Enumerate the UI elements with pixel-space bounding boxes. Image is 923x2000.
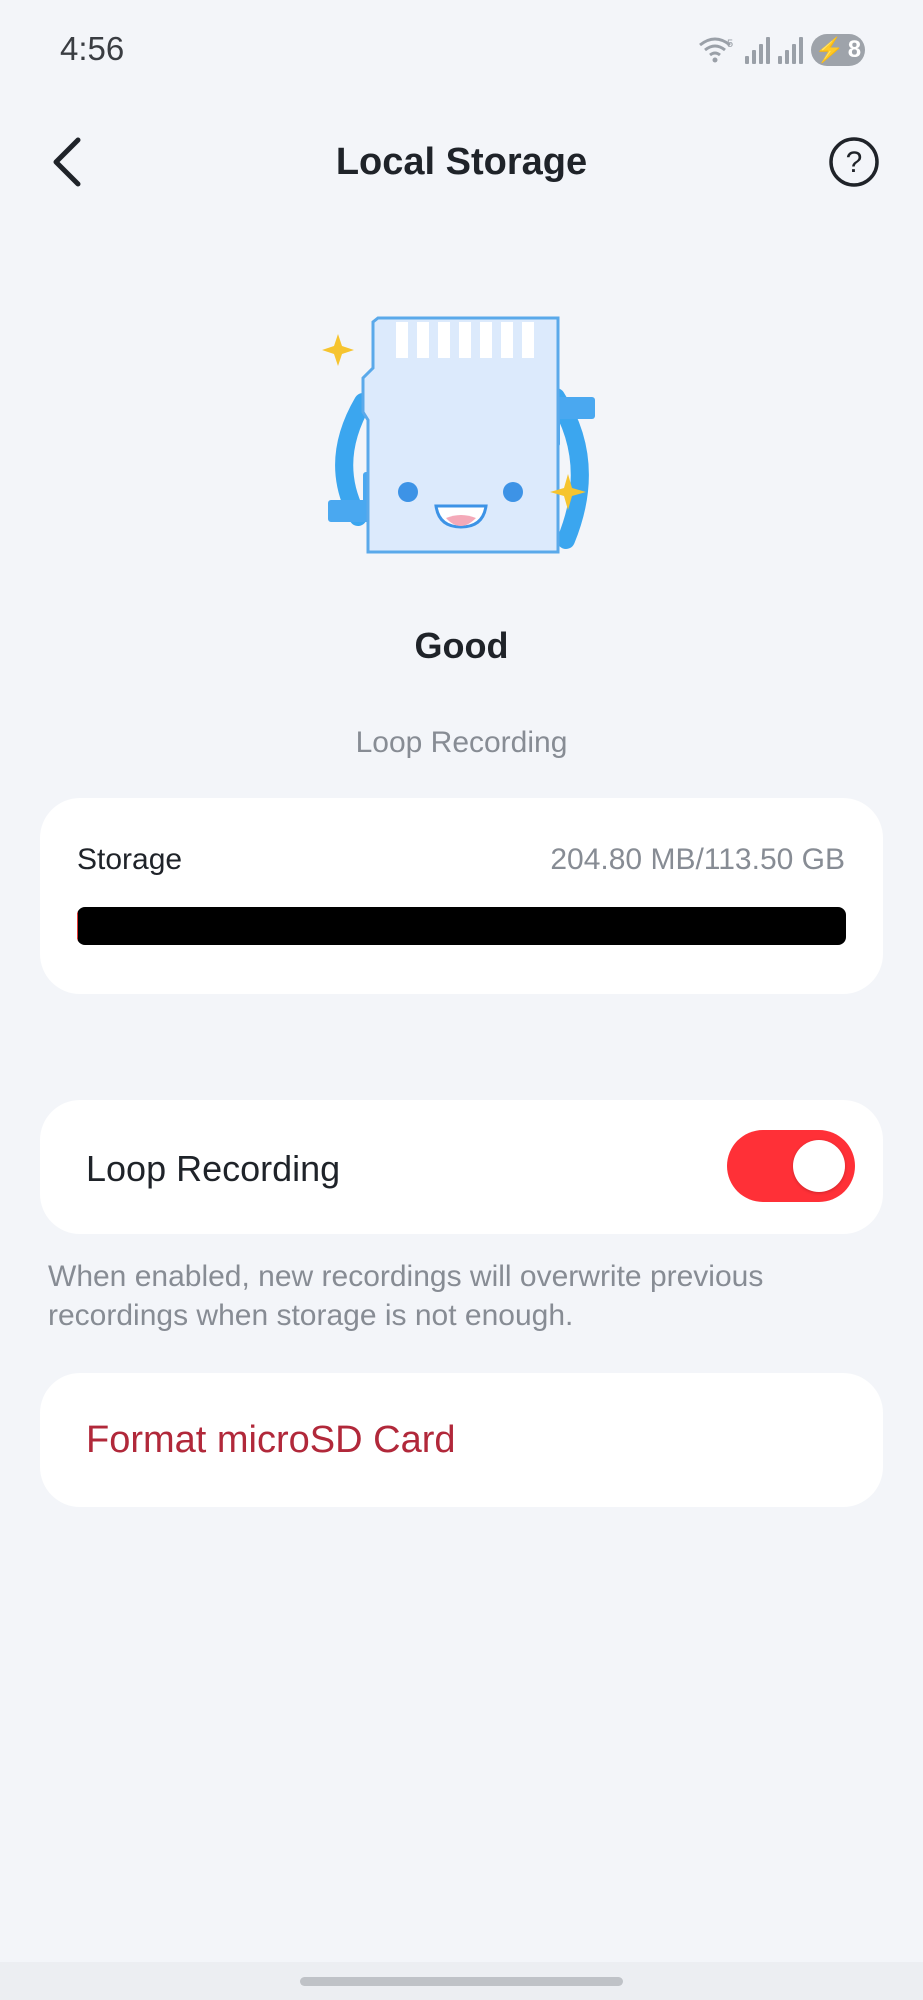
loop-recording-toggle[interactable]: [727, 1130, 855, 1202]
signal-icon: [778, 36, 803, 64]
loop-recording-label: Loop Recording: [86, 1148, 341, 1189]
page-title: Local Storage: [335, 141, 588, 183]
storage-card: [40, 798, 883, 994]
battery-charging-icon: ⚡ 8: [811, 34, 865, 66]
svg-text:5: 5: [727, 38, 733, 50]
storage-progress-fill: [77, 907, 79, 945]
help-circle-icon: ?: [829, 137, 879, 187]
sd-status-text: Good: [414, 625, 509, 666]
signal-icon: [745, 36, 770, 64]
wifi-icon: 5: [699, 37, 733, 63]
storage-value: 204.80 MB/113.50 GB: [550, 843, 845, 876]
status-time: 4:56: [60, 30, 125, 67]
format-sd-card-label: Format microSD Card: [86, 1419, 456, 1461]
sd-card-illustration: [318, 312, 606, 560]
toggle-knob: [793, 1140, 845, 1192]
status-icons: 5 ⚡ 8: [697, 34, 865, 66]
battery-level: 8: [847, 36, 862, 63]
loop-recording-description: When enabled, new recordings will overwr…: [48, 1260, 764, 1332]
recording-mode-text: Loop Recording: [355, 726, 568, 759]
storage-progress-bar: [77, 907, 846, 945]
svg-text:?: ?: [846, 146, 863, 179]
home-indicator[interactable]: [300, 1977, 623, 1986]
help-button[interactable]: ?: [828, 136, 880, 188]
storage-label: Storage: [77, 843, 183, 876]
